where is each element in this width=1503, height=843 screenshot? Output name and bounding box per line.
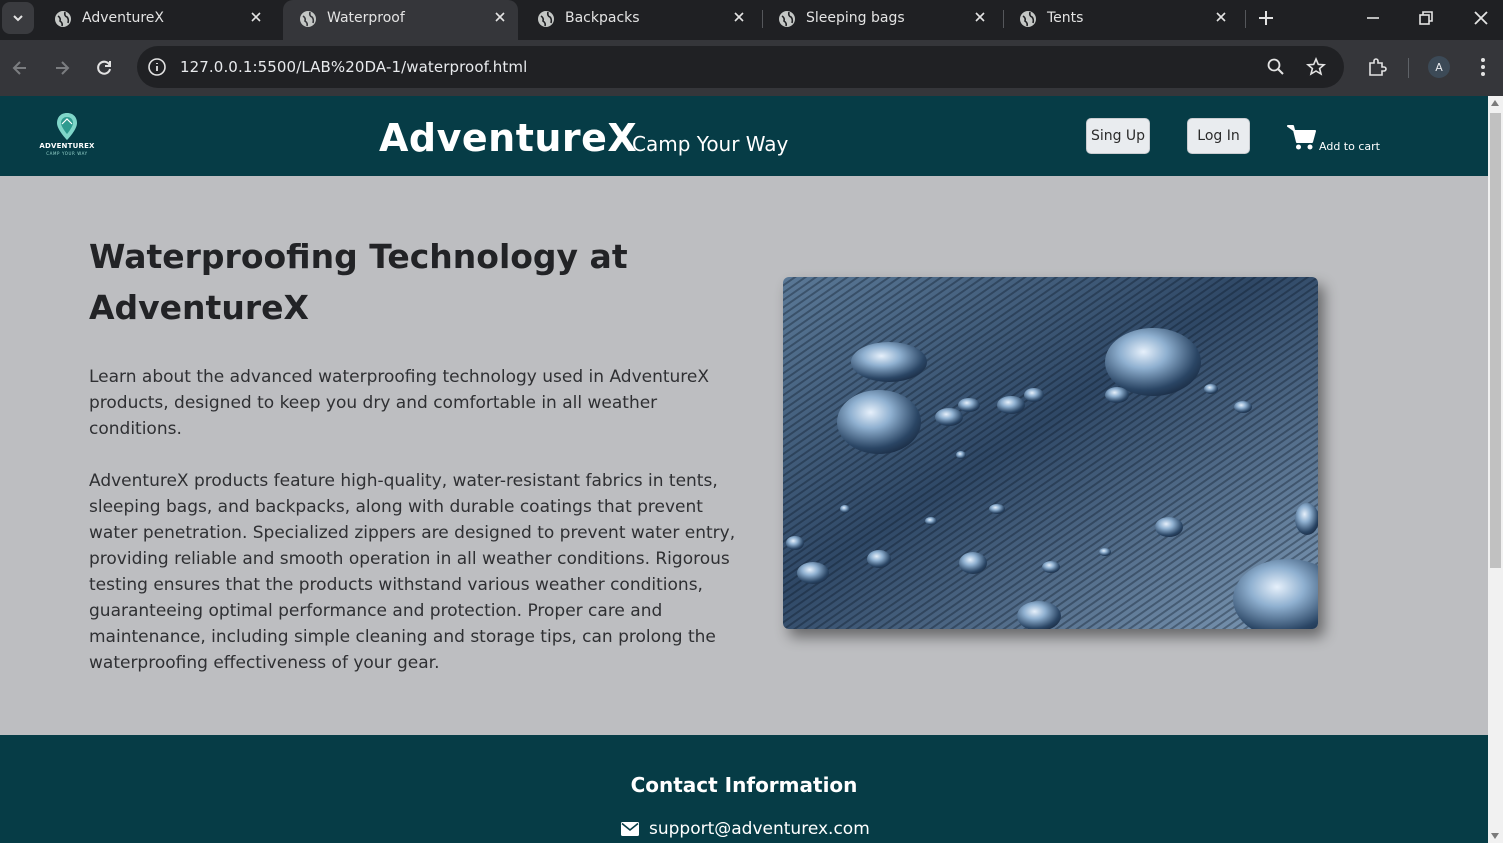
- tab-list-button[interactable]: [2, 2, 34, 34]
- tab-sleeping-bags[interactable]: Sleeping bags: [762, 0, 998, 36]
- logo-text: ADVENTUREX: [39, 142, 95, 150]
- tab-separator: [1245, 10, 1246, 28]
- address-bar[interactable]: 127.0.0.1:5500/LAB%20DA-1/waterproof.htm…: [137, 46, 1344, 88]
- back-icon: [12, 61, 26, 75]
- tab-waterproof[interactable]: Waterproof: [283, 0, 518, 40]
- close-icon[interactable]: [1213, 9, 1229, 25]
- contact-title: Contact Information: [630, 773, 858, 797]
- close-icon[interactable]: [731, 9, 747, 25]
- globe-icon: [779, 11, 795, 27]
- bookmark-star-icon[interactable]: [1305, 56, 1327, 78]
- tab-title: Sleeping bags: [806, 10, 905, 26]
- globe-icon: [55, 11, 71, 27]
- close-icon[interactable]: [972, 9, 988, 25]
- toolbar-separator: [1408, 58, 1409, 78]
- extensions-icon[interactable]: [1366, 56, 1388, 78]
- details-paragraph: AdventureX products feature high-quality…: [89, 471, 736, 673]
- envelope-icon: [621, 822, 639, 836]
- brand-title: AdventureX: [379, 116, 638, 160]
- new-tab-icon[interactable]: [1254, 6, 1278, 30]
- site-footer: Contact Information support@adventurex.c…: [0, 735, 1488, 843]
- globe-icon: [1020, 11, 1036, 27]
- profile-avatar[interactable]: A: [1428, 56, 1450, 78]
- kebab-menu-icon[interactable]: [1473, 56, 1493, 78]
- add-to-cart-link[interactable]: Add to cart: [1319, 140, 1380, 153]
- tab-strip: AdventureX Waterproof Backpacks Sleeping…: [0, 0, 1503, 40]
- scroll-thumb[interactable]: [1490, 113, 1501, 568]
- back-button[interactable]: [6, 54, 34, 82]
- page-scrollbar[interactable]: [1488, 96, 1503, 843]
- zoom-icon[interactable]: [1266, 57, 1286, 77]
- tab-title: Backpacks: [565, 10, 640, 26]
- page-viewport: ADVENTUREX CAMP YOUR WAY AdventureX Camp…: [0, 96, 1488, 843]
- restore-icon[interactable]: [1414, 6, 1438, 30]
- forward-icon: [56, 61, 70, 75]
- avatar-initial: A: [1435, 60, 1443, 74]
- login-button[interactable]: Log In: [1187, 118, 1250, 154]
- waterproof-fabric-image: [783, 277, 1318, 629]
- close-icon[interactable]: [492, 9, 508, 25]
- site-header: ADVENTUREX CAMP YOUR WAY AdventureX Camp…: [0, 96, 1488, 176]
- reload-button[interactable]: [90, 54, 118, 82]
- reload-icon: [97, 60, 111, 75]
- tab-title: AdventureX: [82, 10, 165, 26]
- tab-list-icon: [13, 15, 23, 22]
- scroll-up-arrow[interactable]: [1491, 100, 1499, 106]
- scroll-down-arrow[interactable]: [1491, 833, 1499, 839]
- contact-email[interactable]: support@adventurex.com: [621, 819, 870, 839]
- forward-button[interactable]: [48, 54, 76, 82]
- tab-backpacks[interactable]: Backpacks: [521, 0, 757, 36]
- brand-tagline: Camp Your Way: [632, 132, 789, 156]
- window-close-icon[interactable]: [1469, 6, 1493, 30]
- browser-toolbar: 127.0.0.1:5500/LAB%20DA-1/waterproof.htm…: [0, 40, 1503, 96]
- email-link[interactable]: support@adventurex.com: [649, 819, 870, 839]
- signup-button[interactable]: Sing Up: [1086, 118, 1150, 154]
- minimize-icon[interactable]: [1361, 6, 1385, 30]
- cart-icon[interactable]: [1287, 124, 1317, 151]
- tab-title: Waterproof: [327, 10, 405, 26]
- globe-icon: [538, 11, 554, 27]
- page-title: Waterproofing Technology at AdventureX: [89, 237, 628, 327]
- site-logo[interactable]: ADVENTUREX CAMP YOUR WAY: [36, 112, 98, 160]
- tab-adventurex[interactable]: AdventureX: [38, 0, 274, 36]
- site-info-icon[interactable]: [147, 57, 167, 77]
- map-pin-logo-icon: [57, 113, 77, 140]
- intro-paragraph: Learn about the advanced waterproofing t…: [89, 367, 710, 439]
- globe-icon: [300, 11, 316, 27]
- logo-subtext: CAMP YOUR WAY: [46, 151, 88, 156]
- intro-section: Waterproofing Technology at AdventureX L…: [89, 231, 739, 676]
- tab-title: Tents: [1047, 10, 1084, 26]
- tab-tents[interactable]: Tents: [1003, 0, 1239, 36]
- url-text[interactable]: 127.0.0.1:5500/LAB%20DA-1/waterproof.htm…: [180, 58, 527, 76]
- close-icon[interactable]: [248, 9, 264, 25]
